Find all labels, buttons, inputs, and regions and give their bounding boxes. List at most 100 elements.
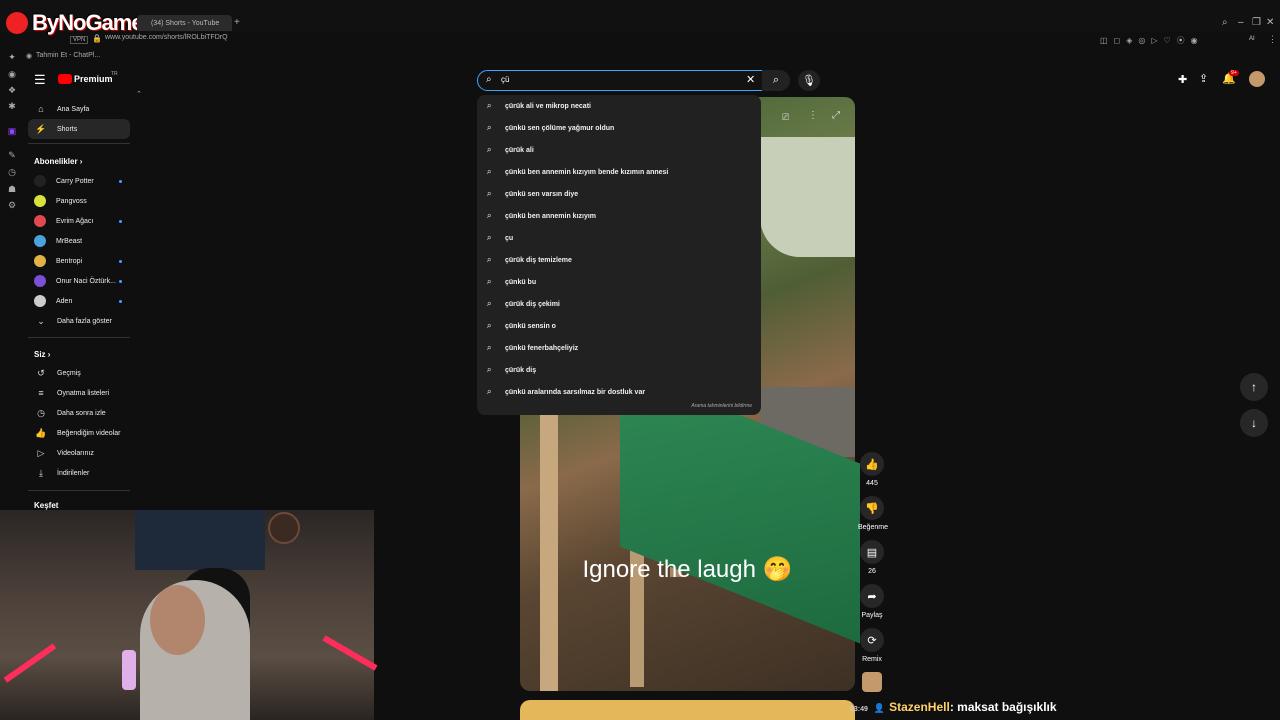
sidebar-item-history[interactable]: ↺ Geçmiş [28, 363, 130, 383]
sound-thumbnail[interactable] [862, 672, 882, 692]
dislike-button[interactable]: 👎 Beğenme [858, 496, 888, 531]
subscription-item[interactable]: Evrim Ağacı [28, 211, 130, 231]
minimize-icon[interactable]: – [1238, 17, 1244, 28]
upload-icon[interactable]: ⇪ [1199, 72, 1208, 85]
arrow-down-icon: ↓ [1251, 416, 1257, 430]
comments-button[interactable]: ▤ 26 [858, 540, 886, 575]
search-icon: ⌕ [487, 167, 492, 176]
tab-title: (34) Shorts - YouTube [151, 19, 220, 27]
chat-username: StazenHell [889, 700, 950, 714]
next-short-preview[interactable] [520, 700, 855, 720]
fullscreen-icon[interactable]: ⤢ [832, 110, 840, 121]
sidebar-item-downloads[interactable]: ⤓ İndirilenler [28, 463, 130, 483]
subscription-item[interactable]: Pangvoss [28, 191, 130, 211]
led-light [322, 635, 378, 671]
rail-app-icon[interactable]: ✎ [7, 150, 17, 160]
premium-label[interactable]: Premium [74, 74, 113, 84]
chat-time: 03:49 [850, 706, 868, 713]
more-options-icon[interactable]: ⋮ [808, 110, 818, 121]
show-more-button[interactable]: ⌄ Daha fazla göster [28, 311, 130, 331]
vpn-badge[interactable]: VPN [70, 36, 89, 44]
suggestion-item[interactable]: ⌕ çünkü fenerbahçeliyiz [487, 341, 578, 355]
sidebar-collapse-icon[interactable]: ⌃ [136, 90, 142, 98]
suggestion-item[interactable]: ⌕ çürük ali ve mikrop necati [487, 99, 591, 113]
search-input[interactable]: çü [501, 75, 509, 84]
captions-icon[interactable]: ⎚ [782, 112, 789, 123]
remix-button[interactable]: ⟳ Remix [858, 628, 886, 663]
search-icon: ⌕ [487, 145, 492, 154]
rail-app-icon[interactable]: ❖ [7, 85, 17, 95]
maximize-icon[interactable]: ❐ [1252, 17, 1261, 28]
twitch-icon[interactable]: ▣ [7, 126, 17, 136]
suggestion-item[interactable]: ⌕ çürük diş [487, 363, 536, 377]
rail-app-icon[interactable]: ✱ [7, 101, 17, 111]
bookmark-item[interactable]: Tahmin Et - ChatPl... [36, 52, 100, 59]
subscription-item[interactable]: MrBeast [28, 231, 130, 251]
new-tab-icon[interactable]: + [234, 17, 240, 28]
suggestion-item[interactable]: ⌕ çürük diş çekimi [487, 297, 560, 311]
search-icon: ⌕ [487, 189, 492, 198]
led-light [3, 643, 57, 683]
suggestion-item[interactable]: ⌕ çünkü aralarında sarsılmaz bir dostluk … [487, 385, 645, 399]
sidebar-item-playlists[interactable]: ≡ Oynatma listeleri [28, 383, 130, 403]
chat-message: 03:49 👤 StazenHell: maksat bağışıklık [850, 700, 1057, 714]
hamburger-menu-icon[interactable]: ☰ [34, 72, 46, 88]
address-bar[interactable]: www.youtube.com/shorts/lROLbiTFDrQ [105, 34, 228, 41]
suggestion-item[interactable]: ⌕ çünkü sen çölüme yağmur oldun [487, 121, 614, 135]
sidebar-item-your-videos[interactable]: ▷ Videolarınız [28, 443, 130, 463]
search-icon: ⌕ [487, 365, 492, 374]
search-input-box[interactable]: ⌕ çü ✕ [477, 70, 763, 91]
close-window-icon[interactable]: ✕ [1266, 17, 1274, 28]
previous-short-button[interactable]: ↑ [1240, 373, 1268, 401]
suggestion-item[interactable]: ⌕ çürük ali [487, 143, 534, 157]
rail-app-icon[interactable]: ◉ [7, 69, 17, 79]
you-heading[interactable]: Siz › [34, 350, 50, 359]
browser-menu-icon[interactable]: ⋮ [1268, 34, 1277, 45]
youtube-logo-icon[interactable] [58, 74, 72, 84]
suggestion-item[interactable]: ⌕ çünkü sen varsın diye [487, 187, 578, 201]
suggestion-item[interactable]: ⌕ çünkü sensin o [487, 319, 556, 333]
channel-avatar [34, 275, 46, 287]
streamer-head [150, 585, 205, 655]
browser-toolbar-icons[interactable]: ◫◻◈◎▷♡⦿◉ [1100, 35, 1204, 46]
suggestion-item[interactable]: ⌕ çünkü bu [487, 275, 536, 289]
search-button[interactable]: ⌕ [762, 70, 790, 91]
account-avatar[interactable] [1249, 71, 1265, 87]
search-icon: ⌕ [487, 387, 492, 396]
sidebar-item-liked[interactable]: 👍 Beğendiğim videolar [28, 423, 130, 443]
clear-search-icon[interactable]: ✕ [746, 73, 755, 86]
rail-app-icon[interactable]: ☗ [7, 184, 17, 194]
history-rail-icon[interactable]: ◷ [7, 167, 17, 177]
sidebar-item-shorts[interactable]: ⚡ Shorts [28, 119, 130, 139]
create-icon[interactable]: ✚ [1178, 73, 1187, 86]
sidebar-item-label: Ana Sayfa [57, 105, 90, 113]
share-button[interactable]: ➦ Paylaş [858, 584, 886, 619]
subscription-item[interactable]: Carry Potter [28, 171, 130, 191]
voice-search-button[interactable]: 🎙 [798, 70, 820, 91]
sidebar-item-label: Geçmiş [57, 369, 81, 377]
settings-rail-icon[interactable]: ⚙ [7, 200, 17, 210]
sidebar-item-watch-later[interactable]: ◷ Daha sonra izle [28, 403, 130, 423]
report-predictions-link[interactable]: Arama tahminlerini bildirme [691, 403, 752, 409]
chat-badge-icon: 👤 [873, 703, 886, 713]
share-icon: ➦ [860, 584, 884, 608]
subscription-item[interactable]: Onur Naci Öztürk... [28, 271, 130, 291]
subscriptions-heading[interactable]: Abonelikler › [34, 157, 82, 166]
browser-tab[interactable]: (34) Shorts - YouTube [137, 15, 232, 31]
search-tabs-icon[interactable]: ⌕ [1222, 17, 1228, 28]
suggestion-item[interactable]: ⌕ çünkü ben annemin kızıyım [487, 209, 596, 223]
like-button[interactable]: 👍 445 [858, 452, 886, 487]
sidebar-divider [28, 337, 130, 338]
rail-extension-icon[interactable]: ✦ [7, 52, 17, 62]
subscription-item[interactable]: Bentropi [28, 251, 130, 271]
sidebar-item-label: Shorts [57, 125, 78, 133]
ai-label[interactable]: AI [1249, 36, 1255, 42]
channel-name: Aden [56, 297, 73, 305]
subscription-item[interactable]: Aden [28, 291, 130, 311]
search-icon: ⌕ [487, 101, 492, 110]
suggestion-item[interactable]: ⌕ çünkü ben annemin kızıyım bende kızımın… [487, 165, 668, 179]
next-short-button[interactable]: ↓ [1240, 409, 1268, 437]
suggestion-item[interactable]: ⌕ çu [487, 231, 513, 245]
suggestion-item[interactable]: ⌕ çürük diş temizleme [487, 253, 572, 267]
sidebar-item-home[interactable]: ⌂ Ana Sayfa [28, 99, 130, 119]
